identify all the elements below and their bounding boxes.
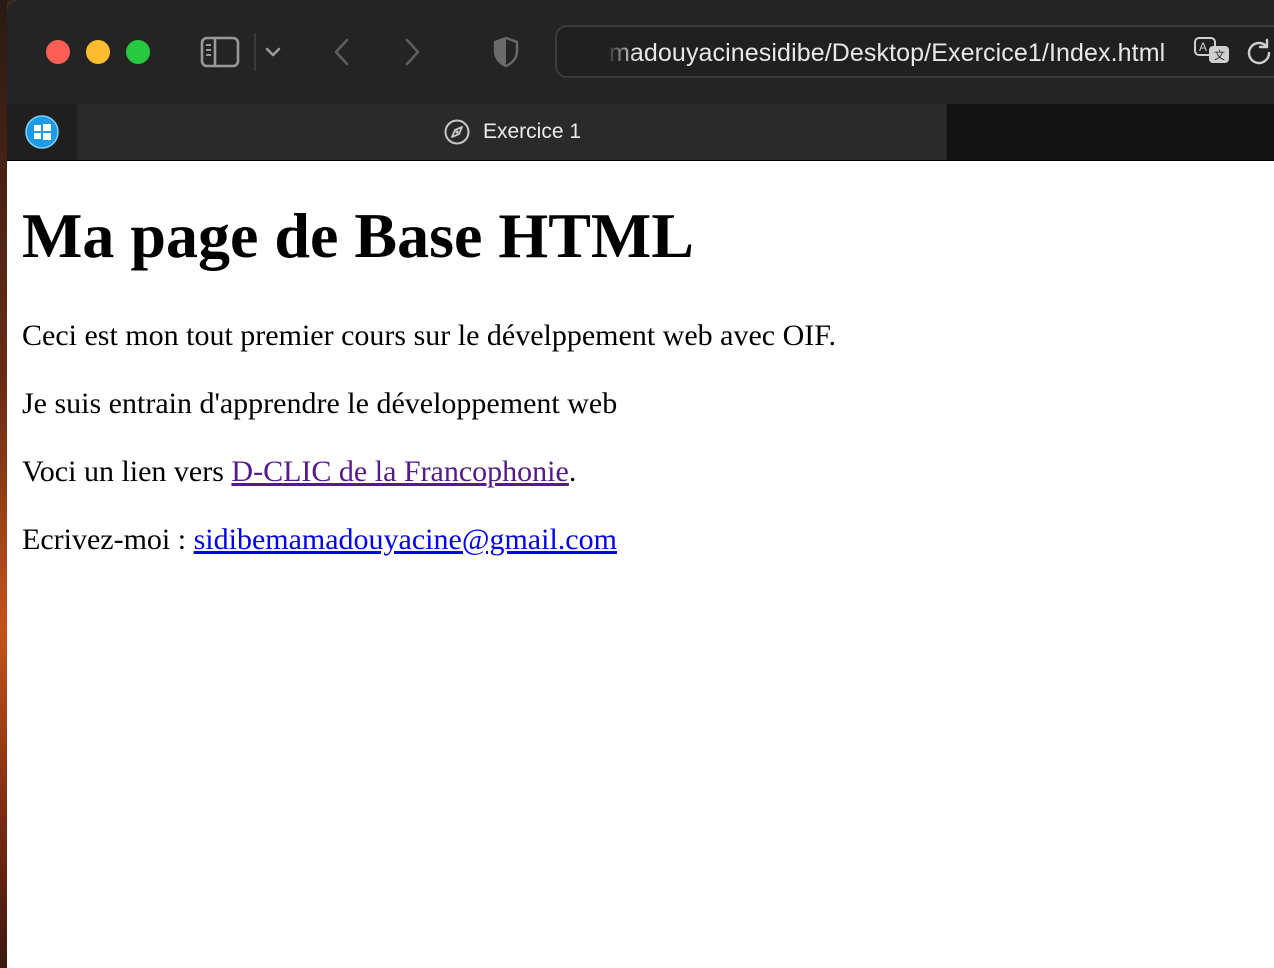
tab-bar: Exercice 1 [7,104,1274,161]
link-suffix-text: . [568,455,577,488]
browser-toolbar: madouyacinesidibe/Desktop/Exercice1/Inde… [7,0,1274,104]
paragraph-learning: Je suis entrain d'apprendre le développe… [22,387,618,420]
paragraph-intro: Ceci est mon tout premier cours sur le d… [22,319,837,352]
shield-icon [493,36,519,68]
desktop-wallpaper-edge [0,0,7,968]
paragraph-link: Voci un lien vers D-CLIC de la Francopho… [22,455,576,489]
chevron-down-icon [265,47,281,57]
translate-icon: A 文 [1194,37,1229,63]
pinned-tab[interactable] [7,104,78,160]
tab-exercice-1[interactable]: Exercice 1 [77,104,948,160]
paragraph-contact: Ecrivez-moi : sidibemamadouyacine@gmail.… [22,523,617,557]
close-window-button[interactable] [46,40,70,64]
back-icon [334,38,349,66]
reload-icon [1247,38,1271,65]
contact-intro-text: Ecrivez-moi : [22,523,194,556]
forward-button[interactable] [397,33,427,71]
link-intro-text: Voci un lien vers [22,455,232,488]
url-text: madouyacinesidibe/Desktop/Exercice1/Inde… [609,39,1166,67]
privacy-report-button[interactable] [491,33,521,71]
dclic-link[interactable]: D-CLIC de la Francophonie [231,455,568,488]
sidebar-menu-button[interactable] [261,33,285,71]
minimize-window-button[interactable] [86,40,110,64]
svg-text:A: A [1199,40,1207,54]
toolbar-divider [254,33,256,71]
address-bar[interactable]: madouyacinesidibe/Desktop/Exercice1/Inde… [555,25,1274,78]
email-link[interactable]: sidibemamadouyacine@gmail.com [194,523,617,556]
zoom-window-button[interactable] [126,40,150,64]
sidebar-icon [200,36,240,68]
forward-icon [405,38,420,66]
compass-icon [444,119,470,145]
windows-icon [25,115,59,149]
sidebar-toggle-button[interactable] [199,33,241,71]
translate-button[interactable]: A 文 [1193,36,1233,71]
page-heading: Ma page de Base HTML [22,200,694,271]
url-fade [597,27,637,76]
back-button[interactable] [327,33,357,71]
tab-title: Exercice 1 [482,120,582,143]
reload-button[interactable] [1245,38,1273,71]
page-content: Ma page de Base HTML Ceci est mon tout p… [7,161,1274,968]
svg-text:文: 文 [1214,48,1225,62]
browser-window: madouyacinesidibe/Desktop/Exercice1/Inde… [7,0,1274,968]
